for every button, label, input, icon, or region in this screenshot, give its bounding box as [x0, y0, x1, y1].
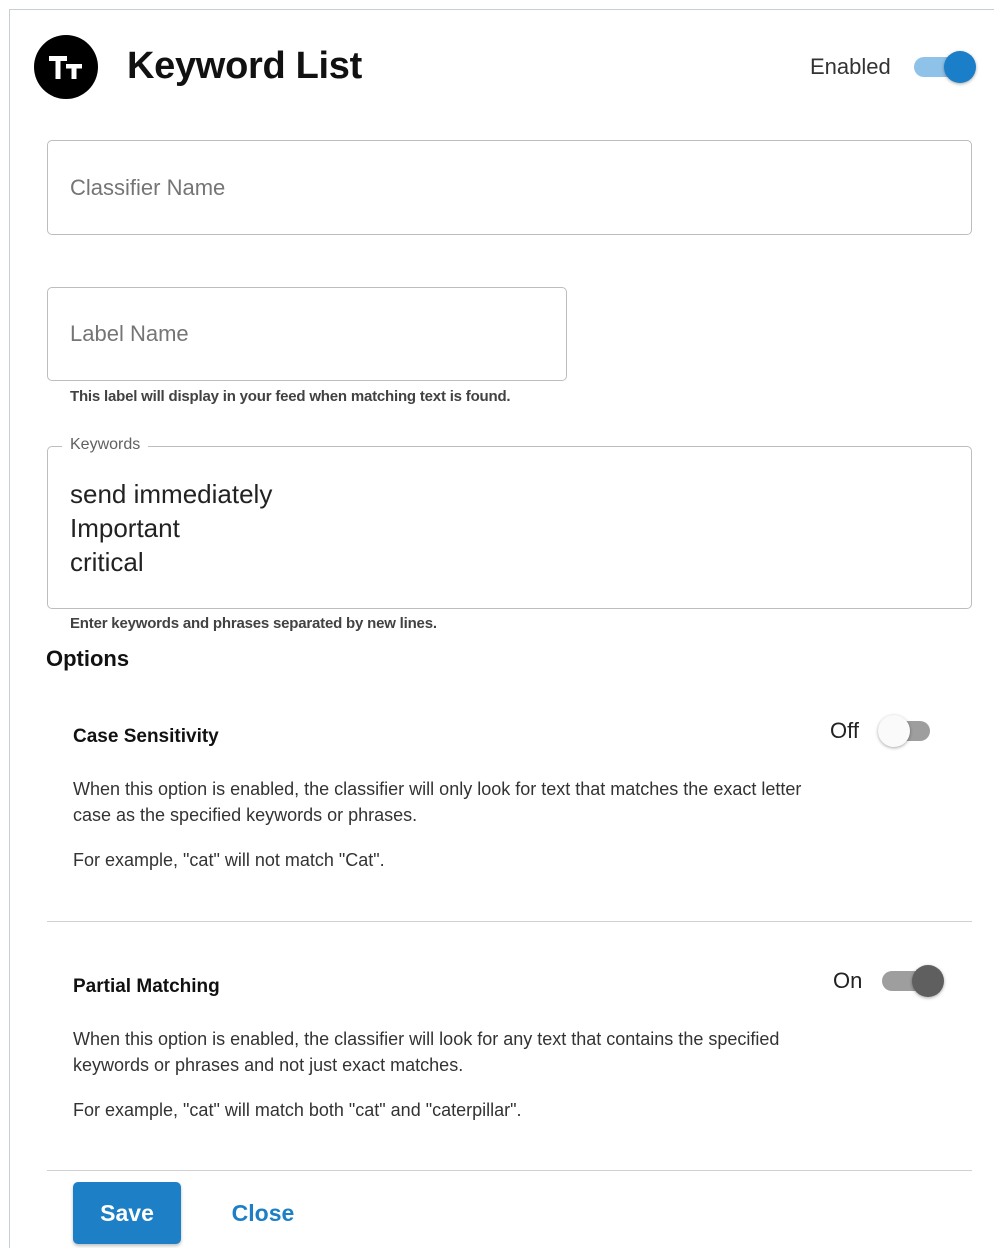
- partial-matching-state: On: [833, 968, 863, 993]
- partial-matching-title: Partial Matching: [73, 976, 220, 997]
- keyword-line: Important: [70, 513, 180, 543]
- toggle-thumb: [912, 965, 944, 997]
- partial-matching-description: When this option is enabled, the classif…: [73, 1029, 780, 1075]
- classifier-name-field: [47, 140, 972, 235]
- keywords-lines: send immediately Important critical: [70, 477, 272, 579]
- keyword-line: critical: [70, 547, 144, 577]
- keywords-legend: Keywords: [62, 435, 149, 455]
- classifier-name-input[interactable]: [48, 141, 971, 234]
- enabled-label: Enabled: [810, 54, 891, 79]
- close-button[interactable]: Close: [215, 1182, 311, 1244]
- case-sensitivity-example: For example, "cat" will not match "Cat".: [73, 850, 385, 870]
- keywords-textarea[interactable]: Keywords send immediately Important crit…: [47, 435, 972, 609]
- toggle-thumb: [944, 51, 976, 83]
- options-divider: [47, 921, 972, 922]
- case-sensitivity-state: Off: [830, 718, 859, 743]
- text-size-icon: [34, 35, 98, 99]
- page-title: Keyword List: [127, 45, 362, 87]
- label-name-helper: This label will display in your feed whe…: [70, 388, 511, 405]
- label-name-input[interactable]: [48, 288, 566, 380]
- case-sensitivity-description: When this option is enabled, the classif…: [73, 779, 802, 825]
- case-sensitivity-title: Case Sensitivity: [73, 726, 219, 747]
- toggle-thumb: [878, 715, 910, 747]
- options-heading: Options: [46, 646, 130, 671]
- label-name-field: [47, 287, 567, 381]
- keyword-line: send immediately: [70, 479, 273, 509]
- partial-matching-example: For example, "cat" will match both "cat"…: [73, 1100, 522, 1120]
- keywords-helper: Enter keywords and phrases separated by …: [70, 615, 437, 632]
- footer-divider: [47, 1170, 972, 1171]
- save-button[interactable]: Save: [73, 1182, 181, 1244]
